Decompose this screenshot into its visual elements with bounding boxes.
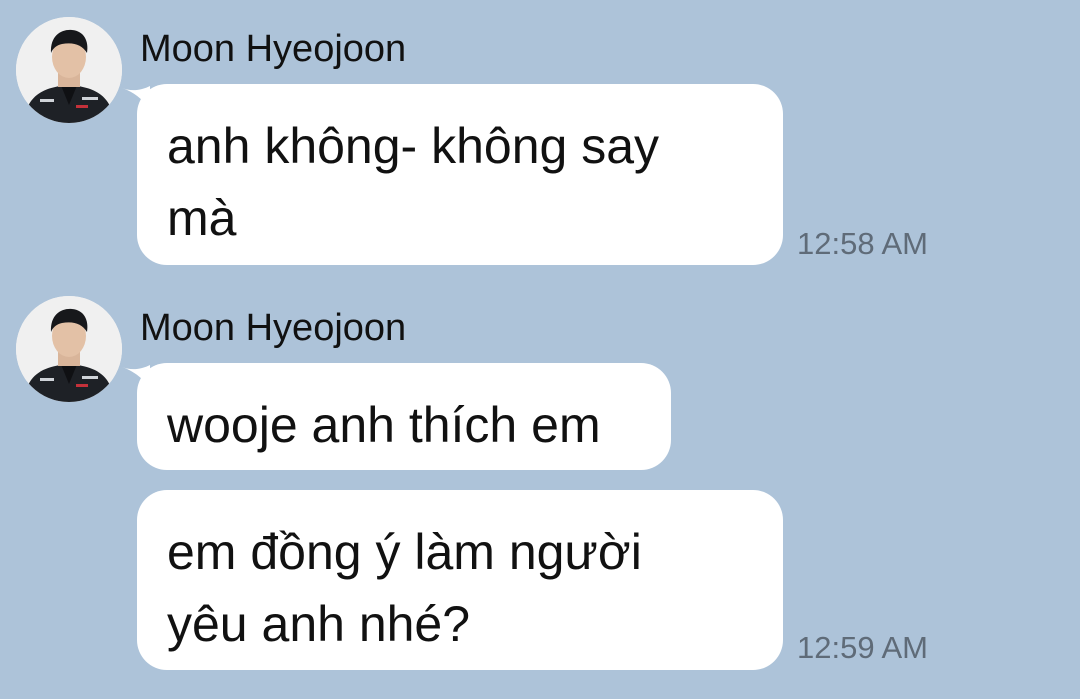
avatar[interactable] <box>16 296 122 402</box>
message-text: wooje anh thích em <box>167 397 601 453</box>
profile-photo-icon <box>16 296 122 402</box>
message-group: Moon Hyeojoon wooje anh thích em em đồng… <box>0 0 1080 699</box>
message-bubble[interactable]: em đồng ý làm người yêu anh nhé? <box>137 490 783 670</box>
message-bubble[interactable]: wooje anh thích em <box>137 363 671 470</box>
sender-name: Moon Hyeojoon <box>140 307 407 349</box>
message-timestamp: 12:59 AM <box>797 630 928 665</box>
message-text: yêu anh nhé? <box>167 596 471 652</box>
message-text: em đồng ý làm người <box>167 524 642 580</box>
